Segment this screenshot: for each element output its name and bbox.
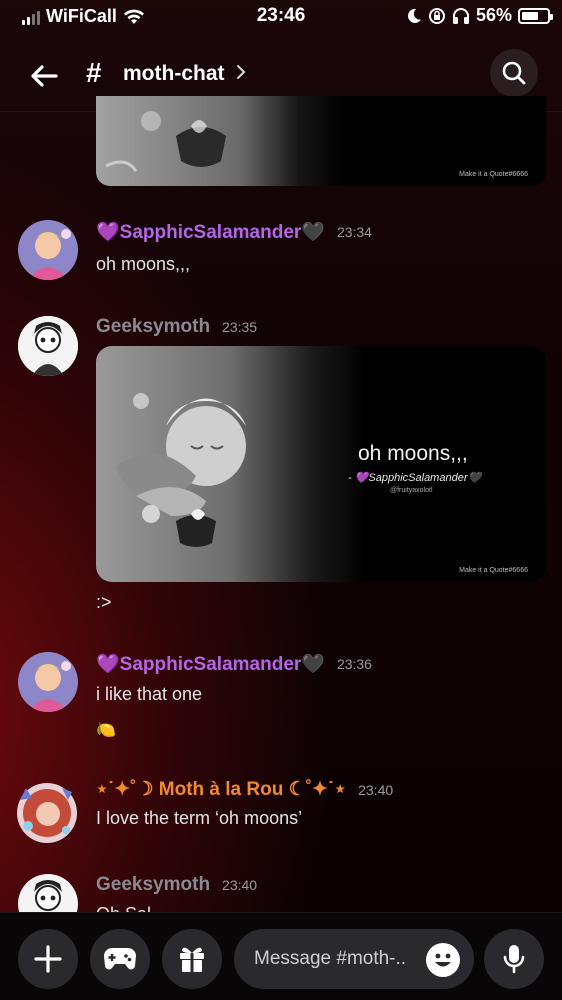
avatar[interactable] — [18, 652, 78, 712]
quote-artwork — [105, 111, 226, 172]
message-emoji: 🍋 — [96, 722, 116, 739]
message-timestamp: 23:36 — [336, 656, 372, 672]
message-item: 💜SapphicSalamander🖤 23:34 oh moons,,, — [0, 216, 562, 286]
message-timestamp: 23:34 — [336, 224, 372, 240]
gift-icon — [180, 947, 204, 972]
gamepad-icon — [104, 948, 136, 970]
message-text: oh moons,,, — [96, 254, 191, 274]
message-text: I love the term ‘oh moons’ — [96, 808, 303, 828]
user-avatar-image — [18, 874, 78, 912]
message-timestamp: 23:40 — [222, 877, 258, 893]
message-timestamp: 23:35 — [222, 319, 258, 335]
back-arrow-icon — [31, 65, 58, 87]
message-author[interactable]: 💜SapphicSalamander🖤 — [96, 220, 325, 244]
lock-rotation-icon — [428, 7, 445, 24]
quote-text: oh moons,,, — [358, 442, 468, 465]
quote-image[interactable]: oh moons,,, - 💜SapphicSalamander🖤 @fruit… — [96, 346, 546, 582]
headphones-icon — [452, 7, 469, 24]
battery-percent: 56% — [475, 5, 512, 25]
search-icon — [502, 61, 526, 85]
quote-handle: @fruityaxolotl — [390, 487, 433, 494]
message-input[interactable] — [254, 929, 422, 989]
channel-hash-icon: # — [86, 57, 102, 88]
message-text: Oh Sal — [96, 904, 151, 912]
message-input-wrapper — [234, 929, 474, 989]
moon-icon — [407, 8, 421, 23]
back-button[interactable] — [24, 56, 64, 96]
message-timestamp: 23:40 — [358, 781, 394, 798]
emoji-button[interactable] — [426, 943, 460, 977]
message-item: Geeksymoth 23:35 oh moons,,, - 💜SapphicS… — [0, 312, 562, 622]
avatar[interactable] — [18, 316, 78, 376]
message-author[interactable]: Geeksymoth — [96, 874, 210, 896]
microphone-icon — [503, 945, 525, 974]
battery-icon — [518, 7, 553, 24]
quote-image-top[interactable]: Make it a Quote#6666 — [96, 96, 546, 186]
message-text: :> — [96, 592, 112, 612]
avatar[interactable] — [18, 220, 78, 280]
activities-button[interactable] — [90, 929, 150, 989]
message-text: i like that one — [96, 684, 203, 704]
message-author[interactable]: ⋆˙✦˚☽ Moth à la Rou ☾˚✦˙⋆ — [96, 778, 346, 801]
user-avatar-image — [18, 316, 78, 376]
message-author[interactable]: Geeksymoth — [96, 316, 210, 338]
user-avatar-image — [17, 783, 77, 843]
voice-message-button[interactable] — [484, 929, 544, 989]
status-bar: WiFiCall 23:46 56% — [0, 0, 562, 36]
search-button[interactable] — [490, 49, 538, 97]
quote-watermark: Make it a Quote#6666 — [459, 567, 528, 574]
avatar[interactable] — [18, 874, 78, 912]
message-item: 💜SapphicSalamander🖤 23:36 i like that on… — [0, 648, 562, 748]
user-avatar-image — [18, 652, 78, 712]
message-item: Geeksymoth 23:40 Oh Sal — [0, 870, 562, 912]
message-item: ⋆˙✦˚☽ Moth à la Rou ☾˚✦˙⋆ 23:40 I love t… — [0, 774, 562, 844]
chevron-right-icon[interactable] — [236, 64, 246, 80]
quote-artwork — [116, 393, 246, 547]
emoji-icon — [435, 953, 451, 967]
channel-title[interactable]: moth-chat — [123, 62, 225, 86]
quote-watermark: Make it a Quote#6666 — [459, 171, 528, 178]
quote-author: - 💜SapphicSalamander🖤 — [348, 472, 482, 484]
user-avatar-image — [18, 220, 78, 280]
add-attachment-button[interactable] — [18, 929, 78, 989]
composer-bar — [0, 912, 562, 1000]
plus-icon — [34, 945, 62, 973]
gift-button[interactable] — [162, 929, 222, 989]
avatar[interactable] — [14, 780, 80, 846]
message-author[interactable]: 💜SapphicSalamander🖤 — [96, 652, 325, 676]
